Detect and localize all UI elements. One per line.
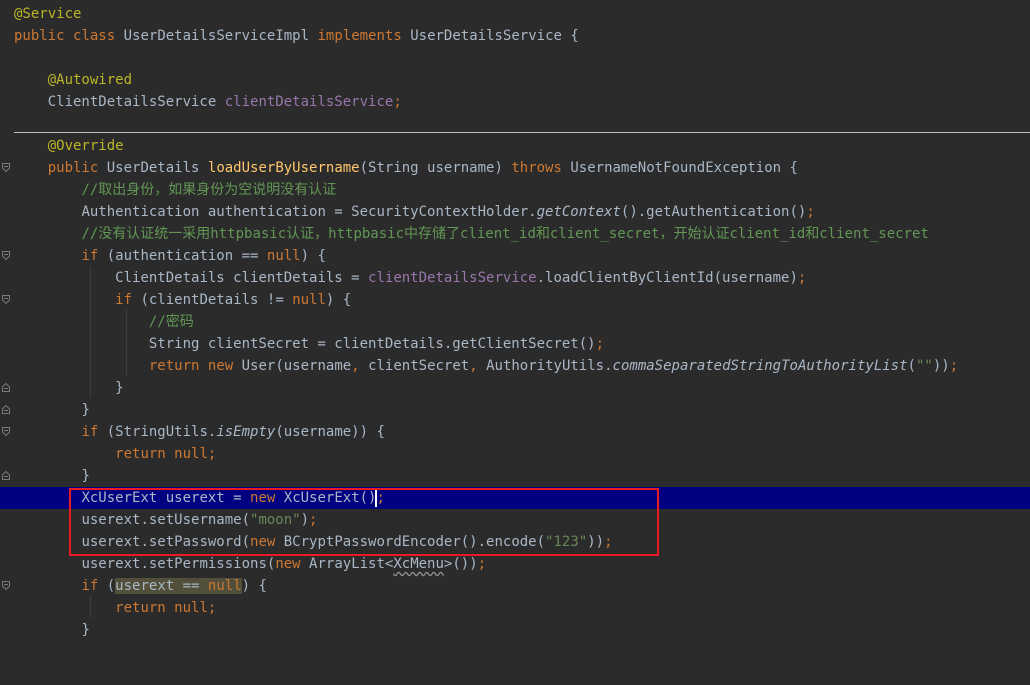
comment: //没有认证统一采用httpbasic认证，httpbasic中存储了clien…	[81, 226, 929, 242]
code-line-18[interactable]: }	[0, 377, 1030, 399]
code-line-11[interactable]: //没有认证统一采用httpbasic认证，httpbasic中存储了clien…	[0, 223, 1030, 245]
code-line-7[interactable]: @Override	[0, 135, 1030, 157]
code-line-2[interactable]: public class UserDetailsServiceImpl impl…	[0, 25, 1030, 47]
keyword: public	[14, 28, 65, 44]
fold-marker-icon[interactable]	[2, 471, 10, 480]
code-line-21[interactable]: return null;	[0, 443, 1030, 465]
code-line-10[interactable]: Authentication authentication = Security…	[0, 201, 1030, 223]
fold-marker-icon[interactable]	[2, 295, 10, 304]
fold-marker-icon[interactable]	[2, 383, 10, 392]
fold-marker-icon[interactable]	[2, 581, 10, 590]
code-line-14[interactable]: if (clientDetails != null) {	[0, 289, 1030, 311]
method-separator	[14, 132, 1030, 133]
annotation: @Override	[47, 138, 124, 154]
code-line-9[interactable]: //取出身份，如果身份为空说明没有认证	[0, 179, 1030, 201]
code-line-16[interactable]: String clientSecret = clientDetails.getC…	[0, 333, 1030, 355]
code-editor[interactable]: @Service public class UserDetailsService…	[0, 0, 1030, 638]
code-line-20[interactable]: if (StringUtils.isEmpty(username)) {	[0, 421, 1030, 443]
field-name: clientDetailsService	[224, 94, 394, 110]
annotation: @Service	[14, 6, 82, 22]
fold-marker-icon[interactable]	[2, 405, 10, 414]
code-line-22[interactable]: }	[0, 465, 1030, 487]
fold-marker-icon[interactable]	[2, 251, 10, 260]
keyword: implements	[317, 28, 402, 44]
keyword: class	[73, 28, 116, 44]
code-line-15[interactable]: //密码	[0, 311, 1030, 333]
code-line-27[interactable]: if (userext == null) {	[0, 575, 1030, 597]
code-line-13[interactable]: ClientDetails clientDetails = clientDeta…	[0, 267, 1030, 289]
code-line-8[interactable]: public UserDetails loadUserByUsername(St…	[0, 157, 1030, 179]
fold-marker-icon[interactable]	[2, 163, 10, 172]
warning-squiggle: XcMenu	[393, 556, 444, 572]
code-line-26[interactable]: userext.setPermissions(new ArrayList<XcM…	[0, 553, 1030, 575]
class-name: UserDetailsServiceImpl	[123, 28, 310, 44]
type-name: ClientDetailsService	[47, 94, 217, 110]
code-line-17[interactable]: return new User(username, clientSecret, …	[0, 355, 1030, 377]
read-usage-highlight: userext == null	[115, 578, 242, 594]
annotation: @Autowired	[47, 72, 133, 88]
code-line-4[interactable]: @Autowired	[0, 69, 1030, 91]
code-line-5[interactable]: ClientDetailsService clientDetailsServic…	[0, 91, 1030, 113]
comment: //取出身份，如果身份为空说明没有认证	[81, 182, 337, 198]
method-name: loadUserByUsername	[207, 160, 360, 176]
code-line-28[interactable]: return null;	[0, 597, 1030, 619]
code-line-1[interactable]: @Service	[0, 3, 1030, 25]
red-highlight-box	[69, 488, 659, 556]
interface-name: UserDetailsService {	[410, 28, 579, 44]
fold-marker-icon[interactable]	[2, 427, 10, 436]
code-line-19[interactable]: }	[0, 399, 1030, 421]
code-line-12[interactable]: if (authentication == null) {	[0, 245, 1030, 267]
comment: //密码	[148, 314, 194, 330]
